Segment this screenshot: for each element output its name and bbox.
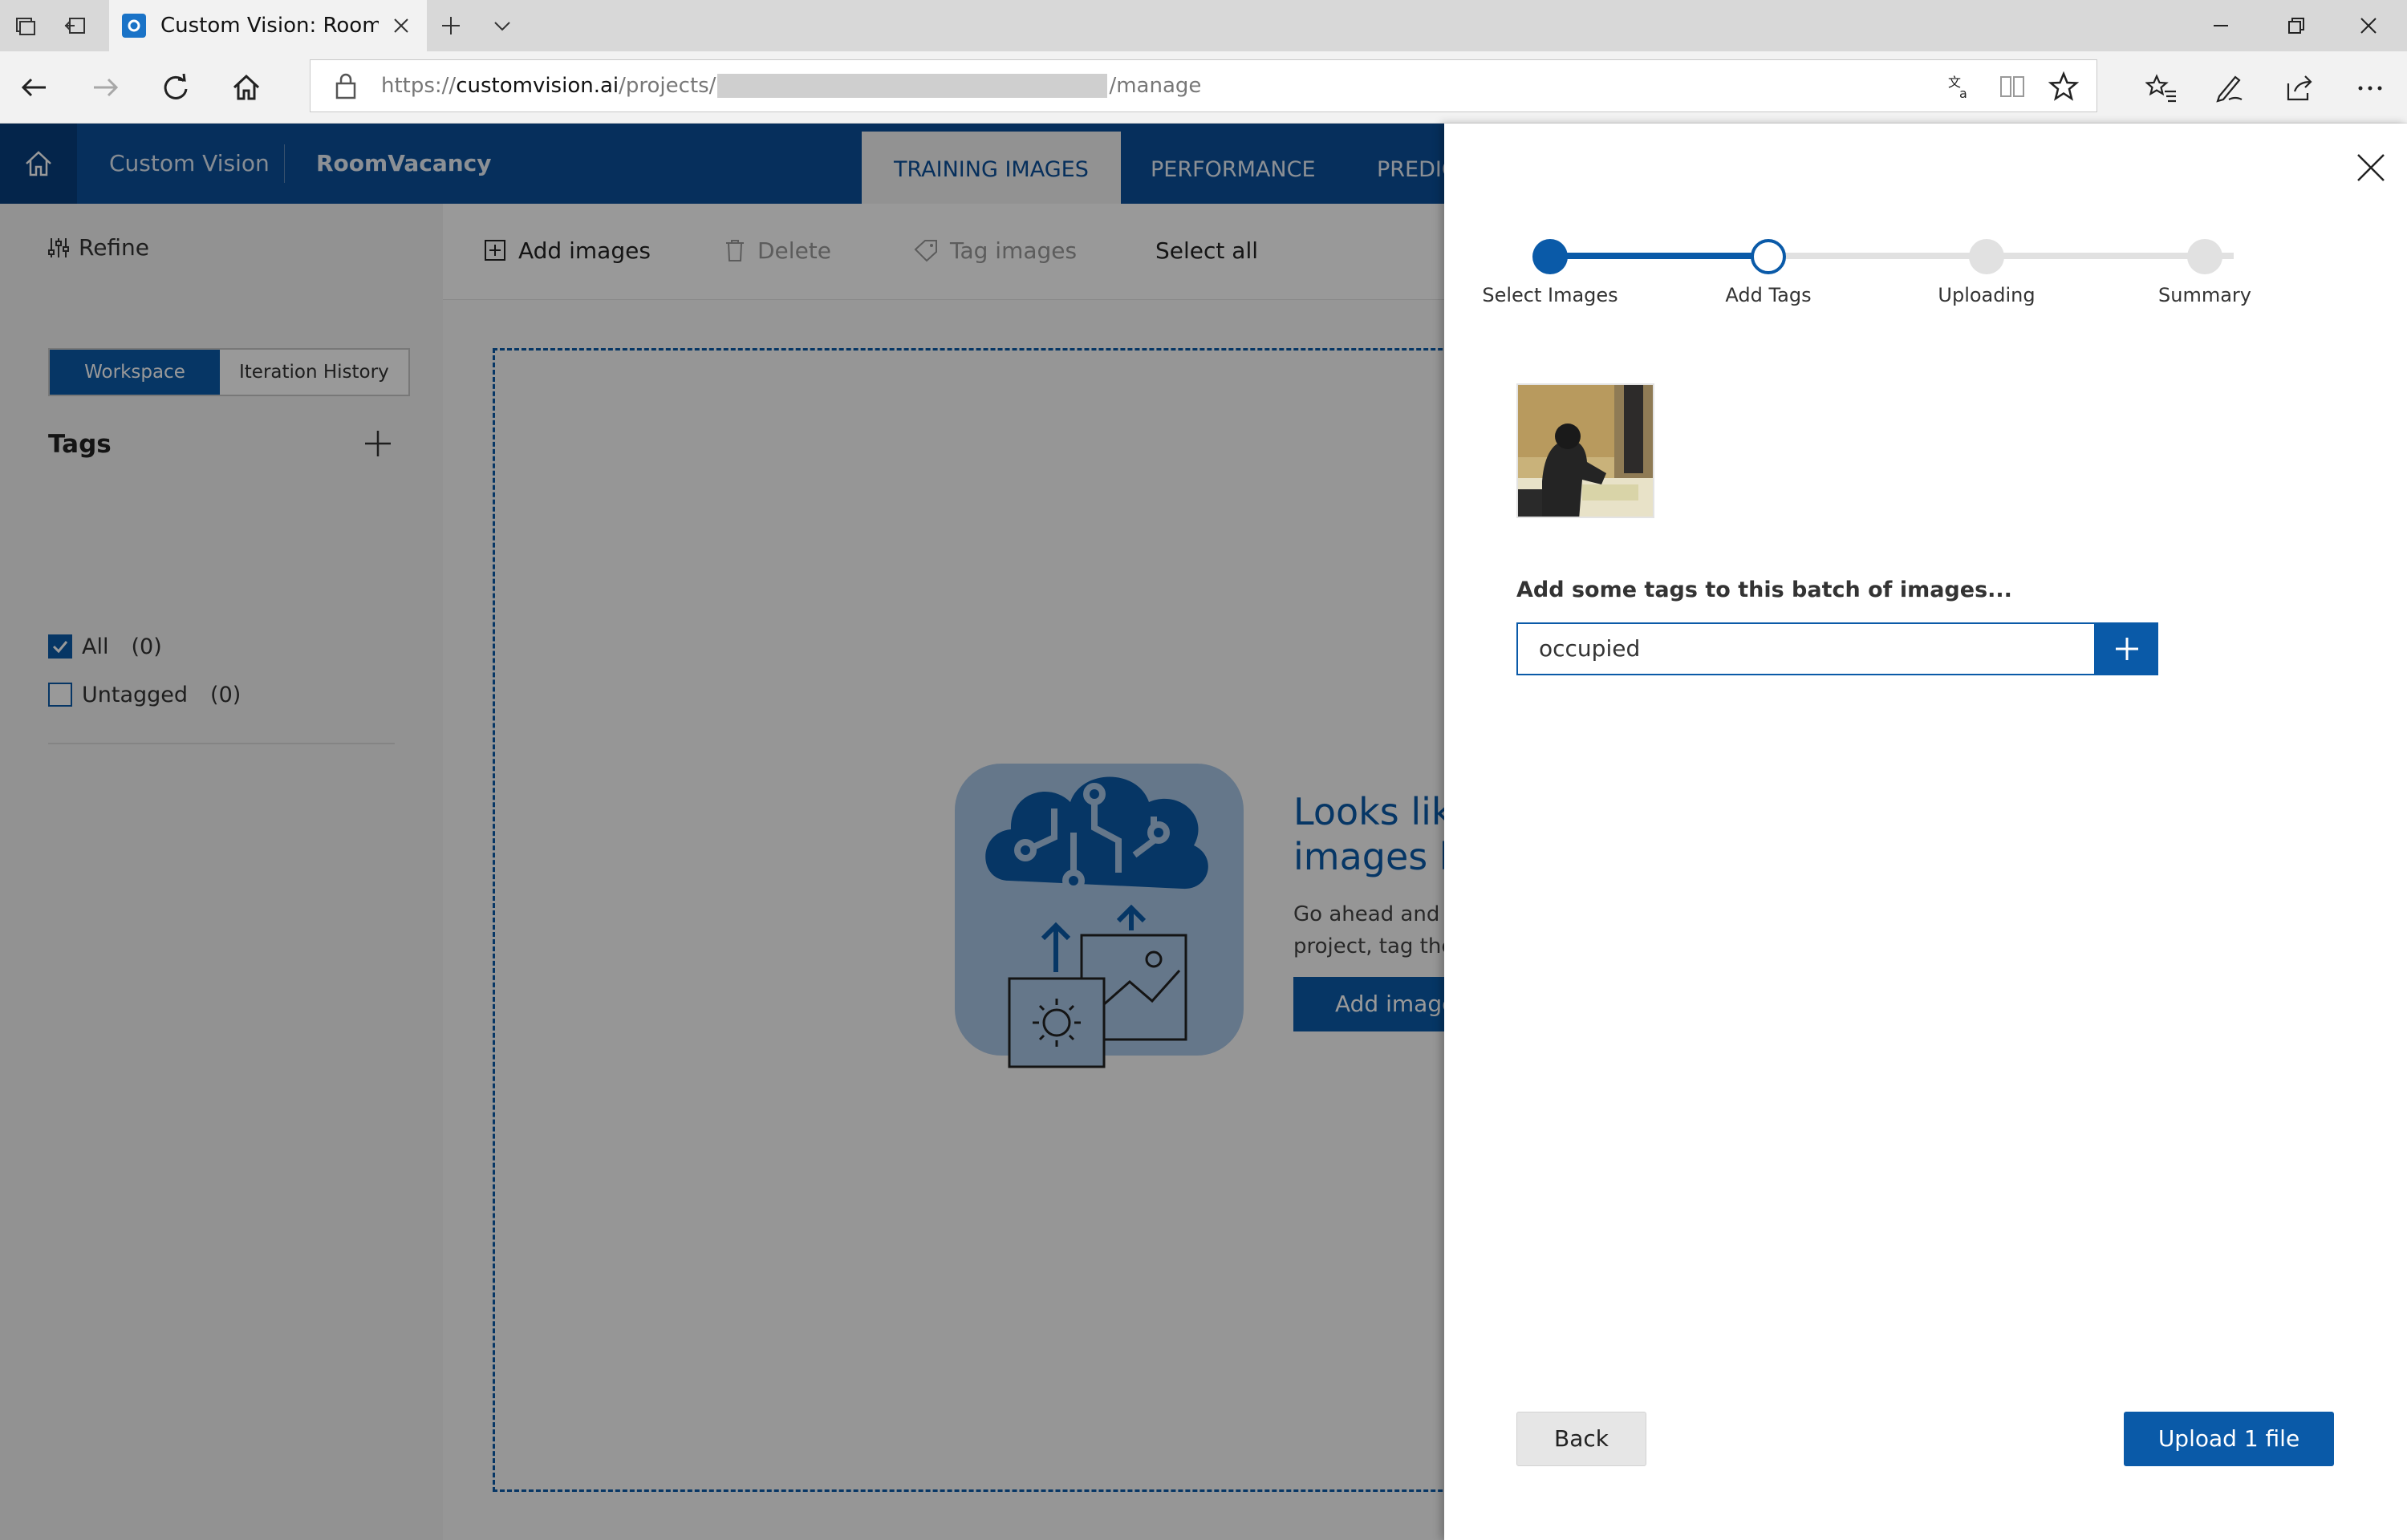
translate-icon[interactable]: 文a (1941, 67, 1981, 107)
tab-preview-chevron-icon[interactable] (485, 8, 520, 43)
tag-input[interactable]: occupied (1516, 622, 2096, 675)
step-dot (1969, 239, 2004, 274)
step-label: Uploading (1938, 284, 2036, 306)
step-dot (2187, 239, 2222, 274)
minimize-icon[interactable] (2186, 0, 2256, 51)
step-label: Add Tags (1725, 284, 1812, 306)
browser-address-bar: https://customvision.ai/projects/ /manage… (0, 51, 2407, 124)
step-label: Summary (2158, 284, 2251, 306)
add-tag-submit-button[interactable] (2096, 622, 2158, 675)
panel-close-icon[interactable] (2351, 148, 2391, 188)
upload-stepper: Select Images Add Tags Uploading Summary (1482, 236, 2327, 316)
home-icon[interactable] (228, 69, 265, 106)
plus-icon (2116, 638, 2138, 660)
refresh-icon[interactable] (157, 69, 194, 106)
browser-tab-active[interactable]: Custom Vision: RoomVa (109, 0, 427, 51)
browser-tab-bar: Custom Vision: RoomVa (0, 0, 2407, 51)
set-tabs-aside-icon[interactable] (58, 8, 93, 43)
svg-text:a: a (1959, 86, 1967, 101)
custom-vision-favicon-icon (122, 14, 146, 38)
step-summary: Summary (2133, 236, 2277, 306)
reading-view-icon[interactable] (1992, 67, 2032, 107)
upload-button[interactable]: Upload 1 file (2124, 1412, 2334, 1466)
step-dot (1751, 239, 1786, 274)
restore-icon[interactable] (2261, 0, 2332, 51)
lock-icon (335, 73, 356, 99)
share-icon[interactable] (2279, 67, 2320, 109)
tab-close-icon[interactable] (387, 11, 416, 40)
step-uploading: Uploading (1914, 236, 2059, 306)
url-path: /projects/ (619, 74, 716, 98)
url-field[interactable]: https://customvision.ai/projects/ /manage… (310, 59, 2097, 112)
more-options-icon[interactable] (2349, 67, 2391, 109)
tab-manager-icon[interactable] (8, 8, 43, 43)
window-close-icon[interactable] (2333, 0, 2404, 51)
step-dot (1532, 239, 1568, 274)
add-images-panel: Select Images Add Tags Uploading Summary (1444, 124, 2407, 1540)
selected-image-thumbnail (1516, 383, 1654, 518)
step-select-images: Select Images (1478, 236, 1622, 306)
back-button[interactable]: Back (1516, 1412, 1646, 1466)
web-notes-pen-icon[interactable] (2208, 67, 2250, 109)
step-label: Select Images (1482, 284, 1618, 306)
url-path-end: /manage (1109, 74, 1202, 98)
url-host: customvision.ai (456, 74, 619, 98)
tab-title: Custom Vision: RoomVa (160, 14, 379, 38)
back-arrow-icon[interactable] (16, 69, 53, 106)
favorite-star-icon[interactable] (2044, 67, 2084, 107)
url-text: https://customvision.ai/projects/ /manage (381, 74, 1201, 98)
forward-arrow-icon[interactable] (87, 69, 124, 106)
favorites-hub-icon[interactable] (2141, 67, 2182, 109)
url-redacted-segment (717, 74, 1108, 98)
tags-prompt: Add some tags to this batch of images... (1516, 578, 2012, 602)
step-add-tags: Add Tags (1696, 236, 1841, 306)
new-tab-icon[interactable] (433, 8, 469, 43)
url-scheme: https:// (381, 74, 457, 98)
